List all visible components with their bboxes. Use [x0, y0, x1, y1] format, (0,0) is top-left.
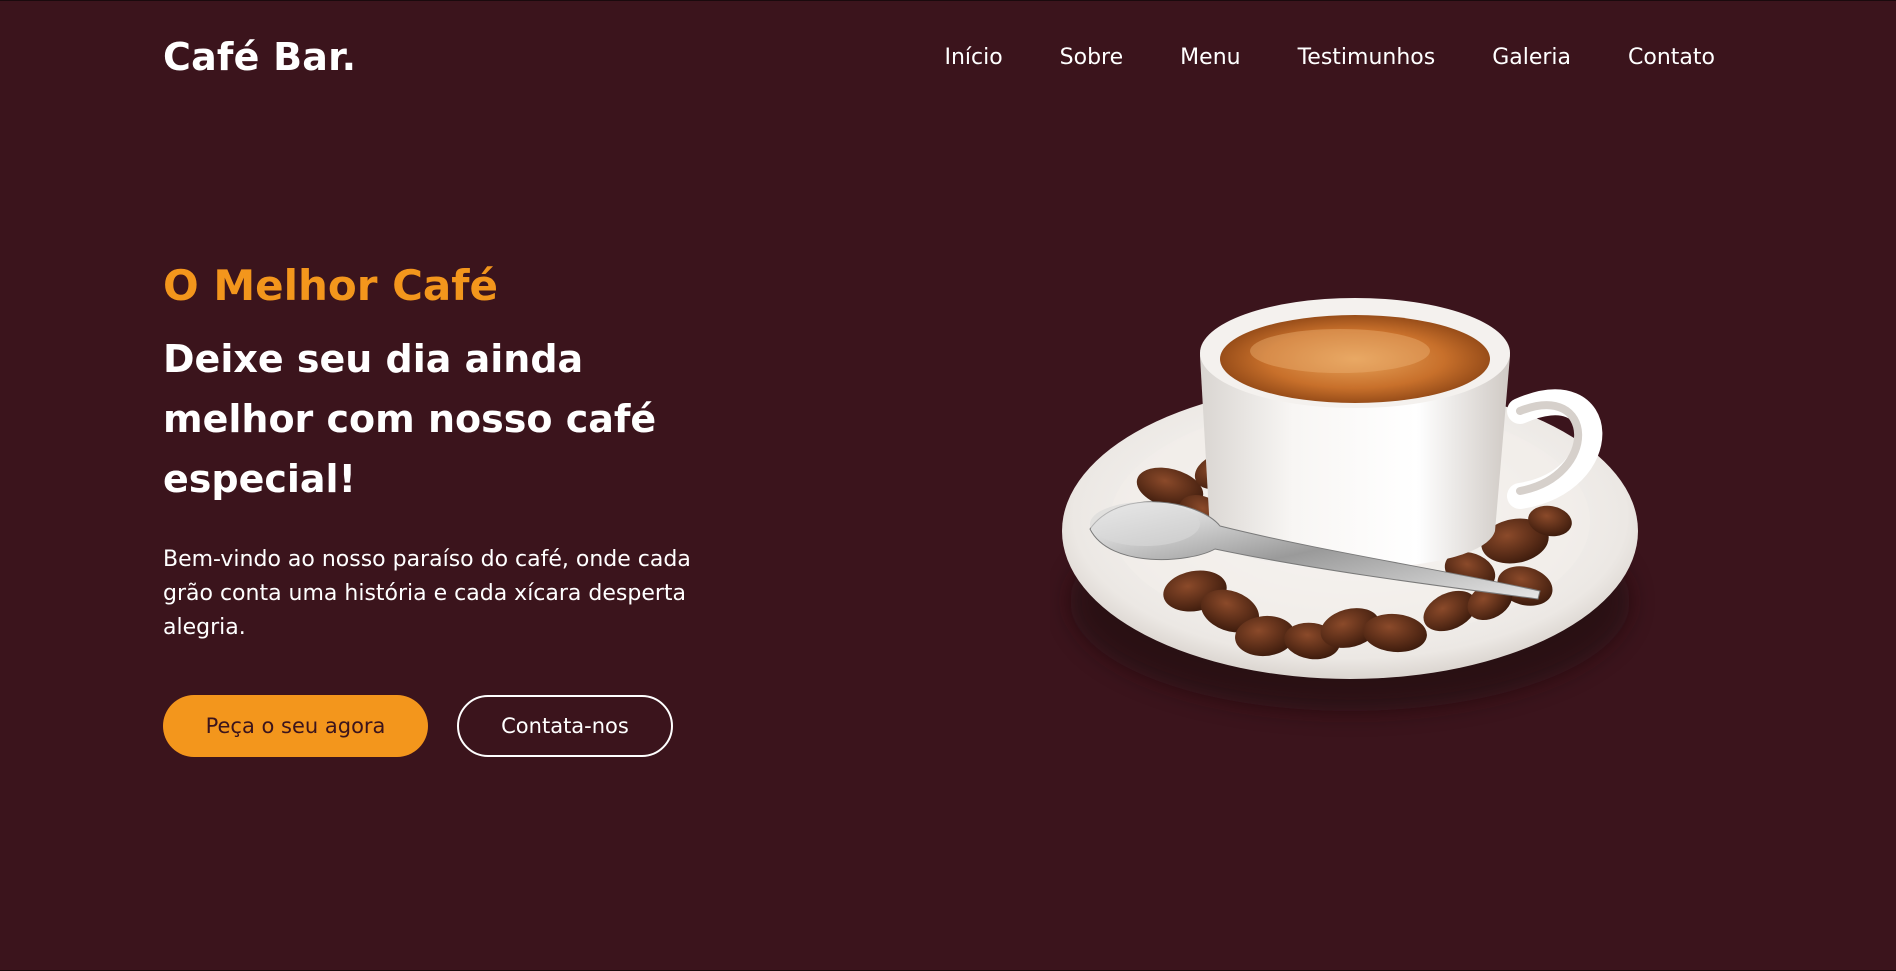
nav-link-galeria[interactable]: Galeria	[1492, 45, 1571, 70]
page: Café Bar. Início Sobre Menu Testimunhos …	[0, 0, 1896, 971]
hero-section: O Melhor Café Deixe seu dia ainda melhor…	[163, 261, 763, 758]
nav-menu: Início Sobre Menu Testimunhos Galeria Co…	[944, 45, 1715, 70]
hero-subtitle: O Melhor Café	[163, 261, 499, 310]
coffee-cup-icon	[1050, 281, 1670, 741]
hero-description: Bem-vindo ao nosso paraíso do café, onde…	[163, 547, 691, 641]
site-logo[interactable]: Café Bar.	[163, 35, 356, 79]
hero-headline: Deixe seu dia ainda melhor com nosso caf…	[163, 337, 657, 502]
nav-link-sobre[interactable]: Sobre	[1060, 45, 1124, 70]
nav-link-inicio[interactable]: Início	[944, 45, 1002, 70]
hero-buttons: Peça o seu agora Contata-nos	[163, 695, 763, 758]
order-now-button[interactable]: Peça o seu agora	[163, 695, 428, 758]
nav-link-testimunhos[interactable]: Testimunhos	[1298, 45, 1436, 70]
navbar: Café Bar. Início Sobre Menu Testimunhos …	[163, 1, 1715, 113]
nav-link-menu[interactable]: Menu	[1180, 45, 1240, 70]
nav-link-contato[interactable]: Contato	[1628, 45, 1715, 70]
contact-us-button[interactable]: Contata-nos	[457, 695, 673, 758]
